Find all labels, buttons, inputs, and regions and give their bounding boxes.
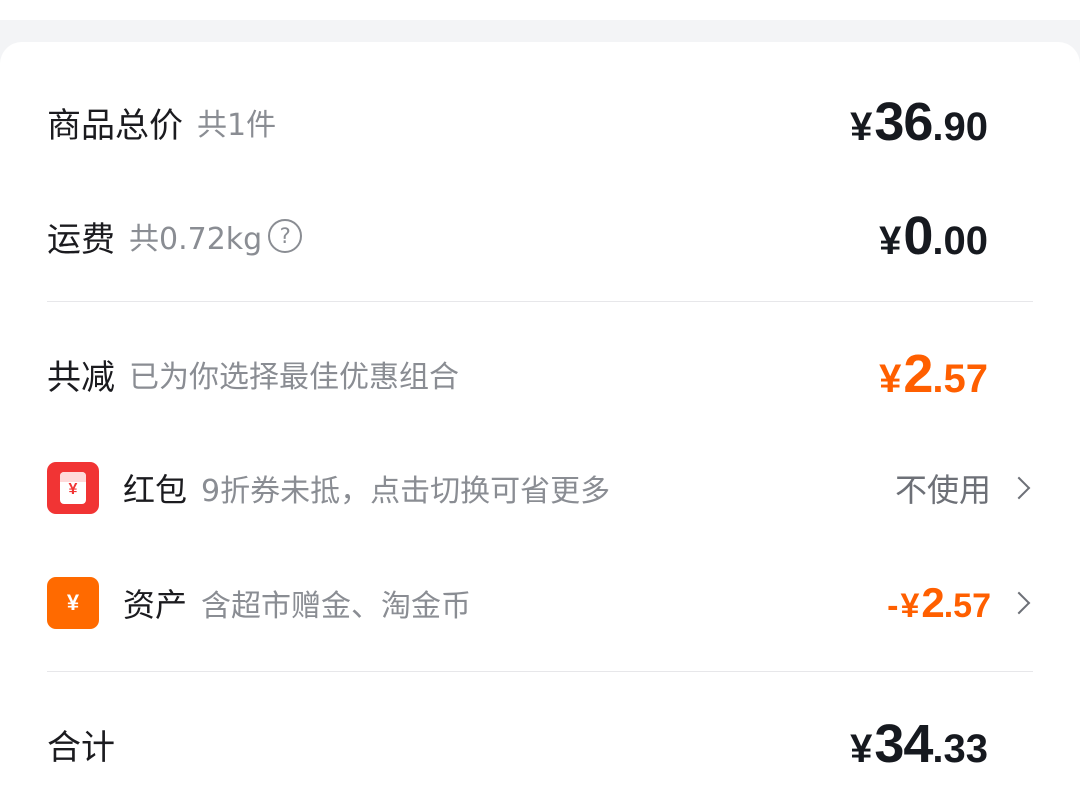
currency-symbol: ¥ [879,219,902,263]
goods-count: 共1件 [197,108,277,143]
assets-label: 资产 [123,586,188,624]
price-decimal: .57 [932,357,988,401]
price-summary-card: 商品总价 共1件 ¥ 36 .90 运费 共0.72kg ? ¥ 0 .00 共… [0,42,1080,809]
price-integer: 34 [874,714,933,774]
red-packet-left: ¥ 红包 9折券未抵，点击切换可省更多 [47,462,610,514]
assets-price: - ¥ 2 .57 [887,579,991,627]
price-integer: 36 [874,92,933,152]
price-integer: 2 [903,344,933,404]
discount-label: 共减 [47,357,115,398]
total-left: 合计 [47,720,115,769]
red-packet-action[interactable]: 不使用 [895,465,1033,511]
assets-action[interactable]: - ¥ 2 .57 [887,579,1033,627]
goods-total-row: 商品总价 共1件 ¥ 36 .90 [47,91,1033,153]
shipping-left: 运费 共0.72kg ? [47,212,303,261]
envelope-shape: ¥ [60,472,86,504]
top-strip [0,0,1080,20]
goods-total-price: ¥ 36 .90 [850,91,988,153]
assets-row[interactable]: ¥ 资产 含超市赠金、淘金币 - ¥ 2 .57 [47,575,1033,631]
red-packet-note: 9折券未抵，点击切换可省更多 [201,474,611,509]
price-integer: 0 [903,206,933,266]
price-integer: 2 [921,579,944,626]
shipping-price: ¥ 0 .00 [879,205,988,267]
red-envelope-icon: ¥ [47,462,99,514]
discount-price: ¥ 2 .57 [879,343,988,405]
red-packet-status[interactable]: 不使用 [895,465,991,511]
shipping-row: 运费 共0.72kg ? ¥ 0 .00 [47,205,1033,267]
goods-total-label: 商品总价 [47,105,183,146]
red-packet-row[interactable]: ¥ 红包 9折券未抵，点击切换可省更多 不使用 [47,460,1033,516]
currency-symbol: ¥ [900,587,920,625]
total-price: ¥ 34 .33 [850,713,988,775]
price-decimal: .57 [943,587,991,625]
price-decimal: .90 [932,105,988,149]
price-decimal: .33 [932,727,988,771]
question-mark-icon[interactable]: ? [268,219,303,253]
yuan-glyph: ¥ [68,481,78,498]
price-decimal: .00 [932,219,988,263]
shipping-weight: 共0.72kg [129,222,263,257]
minus-sign: - [887,587,899,625]
currency-symbol: ¥ [850,727,873,771]
divider [47,301,1033,302]
chevron-right-icon[interactable] [1007,476,1031,500]
chevron-right-icon[interactable] [1007,591,1031,615]
yuan-icon: ¥ [47,577,99,629]
currency-symbol: ¥ [879,357,902,401]
divider [47,671,1033,672]
assets-left: ¥ 资产 含超市赠金、淘金币 [47,577,471,629]
red-packet-label: 红包 [123,471,188,509]
discount-row: 共减 已为你选择最佳优惠组合 ¥ 2 .57 [47,343,1033,405]
total-label: 合计 [47,727,115,768]
discount-note: 已为你选择最佳优惠组合 [129,360,459,395]
assets-note: 含超市赠金、淘金币 [201,589,472,624]
goods-total-left: 商品总价 共1件 [47,98,276,147]
total-row: 合计 ¥ 34 .33 [47,713,1033,775]
yuan-glyph: ¥ [66,590,80,615]
shipping-label: 运费 [47,219,115,260]
currency-symbol: ¥ [850,105,873,149]
discount-left: 共减 已为你选择最佳优惠组合 [47,350,459,399]
